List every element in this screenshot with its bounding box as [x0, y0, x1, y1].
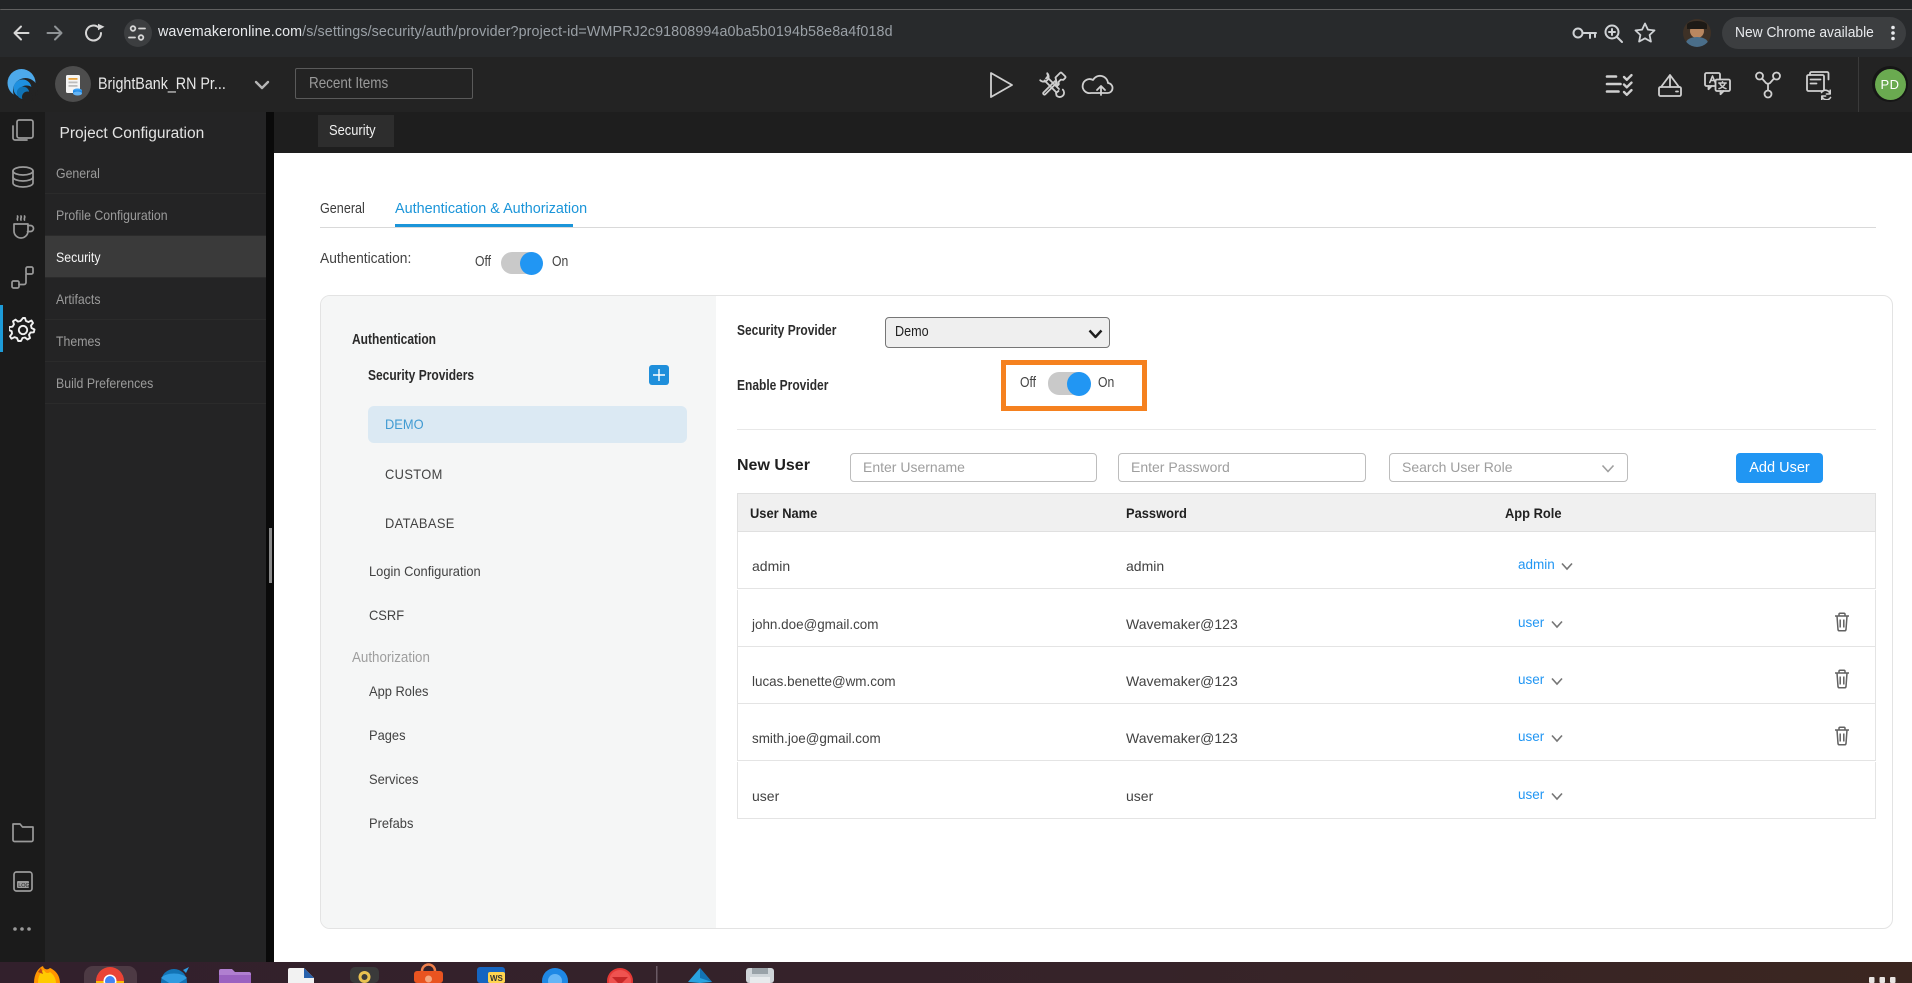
- svg-text:WS: WS: [490, 974, 504, 983]
- svg-text:LOG: LOG: [18, 883, 30, 889]
